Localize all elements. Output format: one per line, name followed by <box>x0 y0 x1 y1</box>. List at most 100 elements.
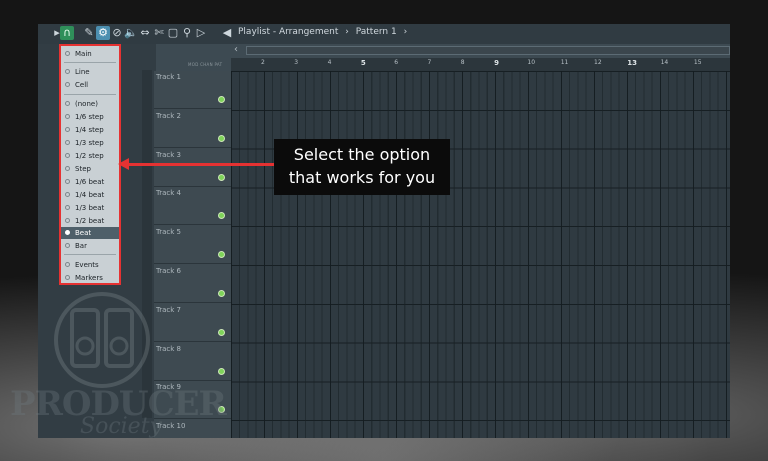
track-label: Track 5 <box>156 228 181 237</box>
ruler-tick: 3 <box>294 59 299 66</box>
track-label: Track 3 <box>156 150 181 159</box>
snap-option-label: 1/4 step <box>75 126 104 134</box>
pencil-icon[interactable]: ✎ <box>82 26 96 40</box>
snap-option-label: 1/3 beat <box>75 204 105 212</box>
radio-icon <box>65 82 70 87</box>
ruler-tick: 15 <box>693 59 702 66</box>
ruler-tick: 5 <box>360 59 366 67</box>
radio-icon <box>65 51 70 56</box>
snap-option[interactable]: 1/2 beat <box>61 215 119 227</box>
radio-icon <box>65 205 70 210</box>
watermark-logo: PRODUCER Society <box>10 380 227 460</box>
track-active-led-icon[interactable] <box>218 212 225 220</box>
snap-option-label: 1/3 step <box>75 139 104 147</box>
delete-icon[interactable]: ⊘ <box>110 26 124 40</box>
ruler-tick: 6 <box>394 59 399 66</box>
snap-option-label: (none) <box>75 100 98 108</box>
track-label: Track 2 <box>156 111 181 120</box>
track-header[interactable]: Track 3 <box>154 149 231 187</box>
snap-option[interactable]: 1/6 step <box>61 111 119 123</box>
radio-icon <box>65 114 70 119</box>
magnet-icon[interactable]: ∩ <box>60 26 74 40</box>
radio-icon <box>65 275 70 280</box>
snap-option-label: Main <box>75 50 92 58</box>
menu-separator <box>64 254 116 255</box>
snap-option[interactable]: Bar <box>61 240 119 252</box>
title-separator-2: › <box>403 27 408 37</box>
radio-icon <box>65 166 70 171</box>
snap-option[interactable]: 1/4 beat <box>61 189 119 201</box>
paint-icon[interactable]: ⚙ <box>96 26 110 40</box>
radio-icon <box>65 69 70 74</box>
snap-option[interactable]: Cell <box>61 79 119 91</box>
track-active-led-icon[interactable] <box>218 251 225 259</box>
snap-option-label: Beat <box>75 229 92 237</box>
snap-option-label: Step <box>75 165 91 173</box>
slice-icon[interactable]: ✄ <box>152 26 166 40</box>
radio-icon <box>65 179 70 184</box>
snap-option[interactable]: Markers <box>61 272 119 284</box>
track-header[interactable]: Track 4 <box>154 187 231 226</box>
ruler-tick: 14 <box>660 59 669 66</box>
select-icon[interactable]: ▢ <box>166 26 180 40</box>
snap-option[interactable]: 1/6 beat <box>61 176 119 188</box>
ruler-tick: 9 <box>494 59 499 67</box>
snap-option[interactable]: Step <box>61 163 119 175</box>
track-active-led-icon[interactable] <box>218 290 225 297</box>
callout-line-2: that works for you <box>288 168 436 187</box>
watermark-text-2: Society <box>80 414 162 439</box>
track-label: Track 6 <box>156 267 181 275</box>
playback-icon[interactable]: ▷ <box>194 26 208 40</box>
title-separator-1: › <box>345 27 349 37</box>
snap-option[interactable]: 1/3 beat <box>61 202 119 214</box>
track-header[interactable]: Track 8 <box>154 343 231 381</box>
snap-option-label: 1/2 step <box>75 152 104 160</box>
radio-icon <box>65 218 70 223</box>
track-header[interactable]: Track 6 <box>154 265 231 303</box>
mute-icon[interactable]: 🔈 <box>124 26 138 40</box>
snap-option[interactable]: 1/2 step <box>61 150 119 162</box>
snap-option-label: Cell <box>75 81 89 89</box>
playlist-toolbar: ▸ ∩ ✎ ⚙ ⊘ 🔈 ⇔ ✄ ▢ ⚲ ▷ ◀ Playlist - Arran… <box>38 24 730 44</box>
radio-icon <box>65 101 70 106</box>
ruler-tick: 8 <box>460 59 465 66</box>
snap-option-label: Line <box>75 68 90 76</box>
arrangement-grid[interactable] <box>231 71 730 438</box>
snap-option[interactable]: (none) <box>61 98 119 110</box>
timeline-ruler[interactable]: 2 3 4 5 6 7 8 9 10 11 12 13 14 15 <box>231 58 730 71</box>
ruler-tick: 11 <box>560 59 569 66</box>
horizontal-scrollbar[interactable] <box>246 46 730 55</box>
snap-option[interactable]: Main <box>61 48 119 60</box>
track-header[interactable]: Track 7 <box>154 304 231 342</box>
snap-option-label: 1/2 beat <box>75 217 105 225</box>
track-header[interactable]: Track 1 <box>154 71 231 109</box>
scroll-left-arrow-icon[interactable]: ‹ <box>234 44 238 55</box>
track-header[interactable]: Track 5 <box>154 226 231 265</box>
title-pattern[interactable]: Pattern 1 <box>356 27 397 37</box>
snap-option[interactable]: Events <box>61 259 119 271</box>
snap-dropdown-menu: Main Line Cell (none) 1/6 step 1/4 step 1/3 st… <box>59 44 121 285</box>
ruler-tick: 12 <box>594 59 602 66</box>
mode-labels[interactable]: MOD CHAN PAT <box>188 62 222 67</box>
radio-icon <box>65 243 70 248</box>
track-active-led-icon[interactable] <box>218 96 225 103</box>
snap-option[interactable]: 1/4 step <box>61 124 119 136</box>
zoom-icon[interactable]: ⚲ <box>180 26 194 40</box>
snap-option-label: 1/6 step <box>75 113 104 121</box>
track-active-led-icon[interactable] <box>218 134 225 142</box>
ruler-tick: 2 <box>261 59 265 66</box>
snap-option[interactable]: Line <box>61 66 119 78</box>
track-active-led-icon[interactable] <box>218 328 225 336</box>
snap-option[interactable]: Beat <box>61 227 119 239</box>
snap-option[interactable]: 1/3 step <box>61 137 119 149</box>
window-title: Playlist - Arrangement › Pattern 1 › <box>238 27 411 37</box>
track-active-led-icon[interactable] <box>218 173 225 181</box>
ruler-tick: 7 <box>427 59 432 66</box>
track-active-led-icon[interactable] <box>218 367 225 375</box>
speaker-icon[interactable]: ◀ <box>220 26 234 40</box>
slip-icon[interactable]: ⇔ <box>138 26 152 40</box>
callout-line-1: Select the option <box>293 145 431 164</box>
title-playlist[interactable]: Playlist - Arrangement <box>238 27 338 37</box>
radio-icon <box>65 127 70 132</box>
track-header[interactable]: Track 2 <box>154 110 231 148</box>
